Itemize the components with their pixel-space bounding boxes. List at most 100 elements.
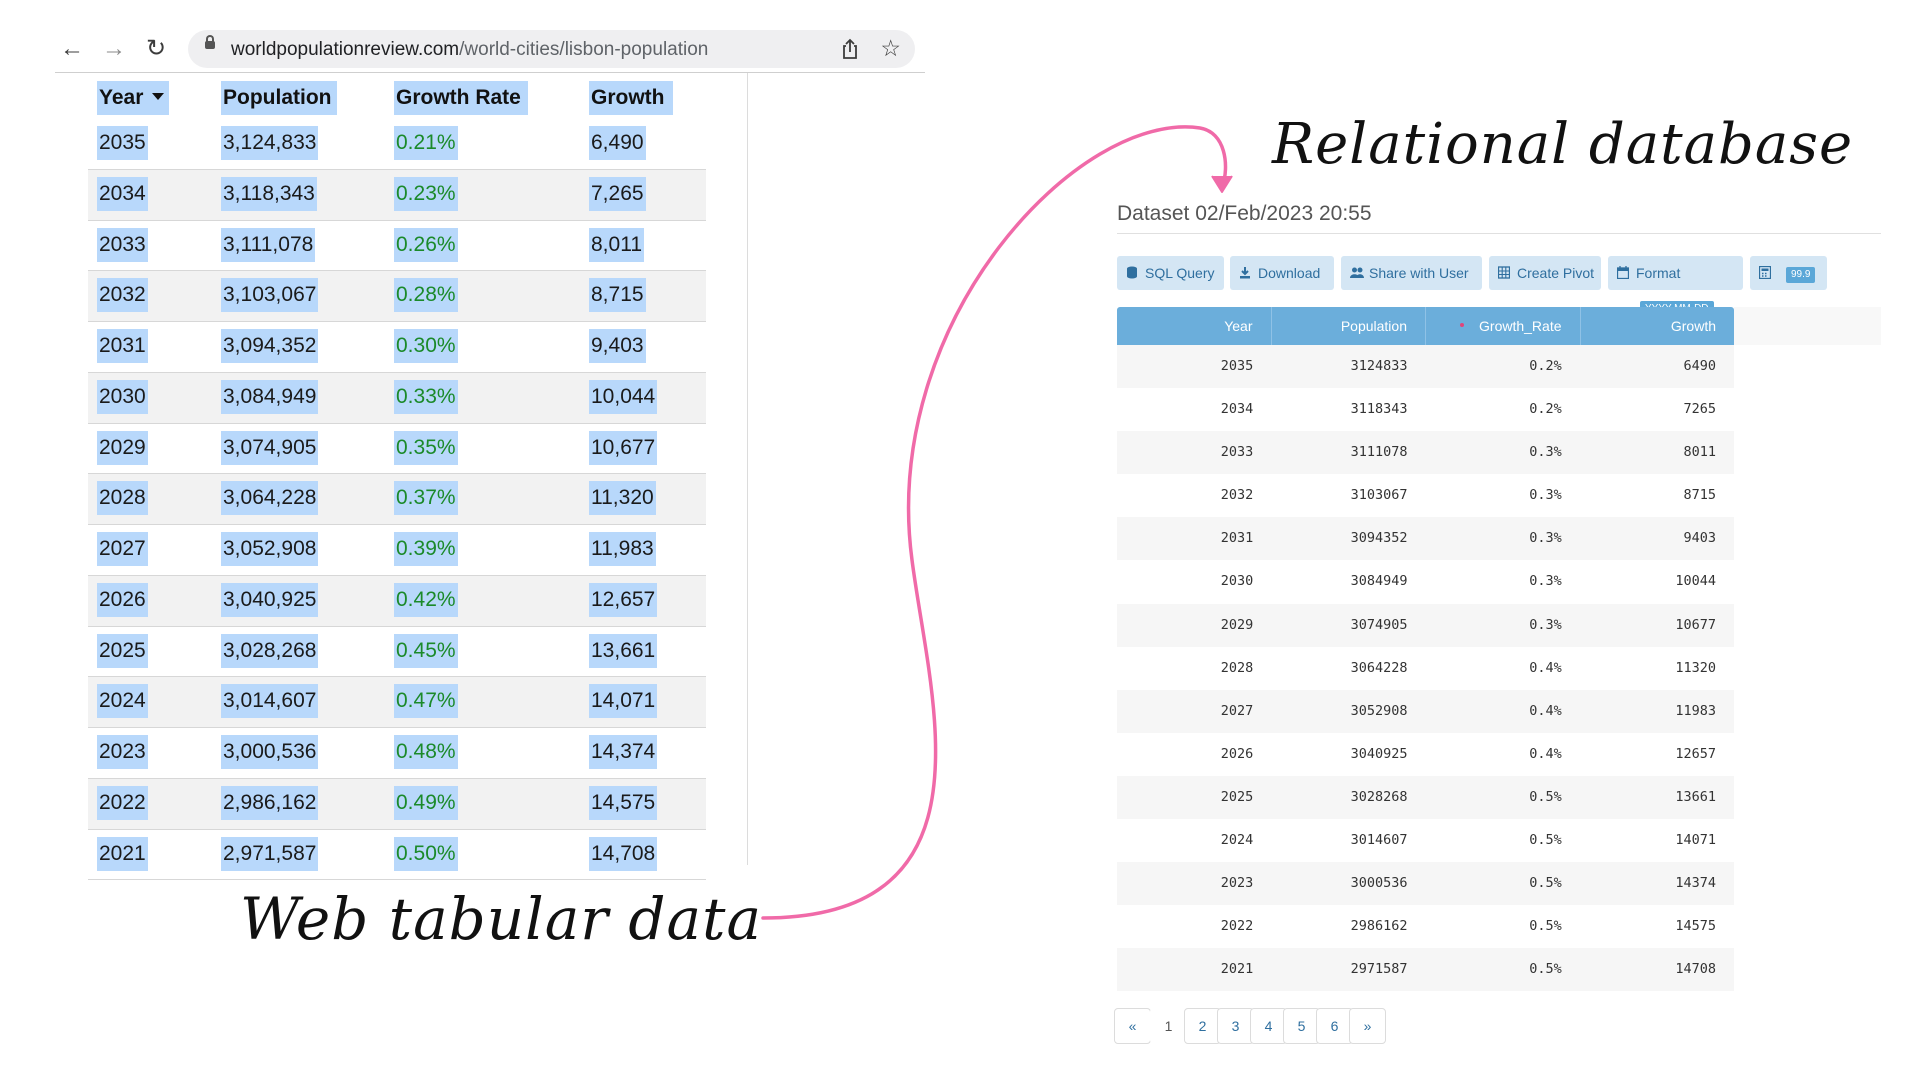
db-cell-population: 3074905 [1350,616,1408,633]
sql-query-label: SQL Query [1145,265,1215,281]
db-cell-growth-rate: 0.5% [1529,875,1562,892]
web-cell-year: 2027 [97,532,148,566]
web-table-row: 2029 3,074,905 0.35% 10,677 [88,424,706,475]
pager-page-3[interactable]: 3 [1217,1008,1254,1044]
create-pivot-button[interactable]: Create Pivot [1489,256,1601,290]
url-host: worldpopulationreview.com [231,39,460,60]
db-header-growth[interactable]: Growth [1581,307,1735,345]
db-cell-growth-rate: 0.2% [1529,401,1562,418]
share-with-user-label: Share with User [1369,265,1469,281]
web-cell-year: 2034 [97,176,148,211]
db-cell-growth-rate: 0.5% [1529,918,1562,935]
db-header-year[interactable]: Year [1117,307,1272,345]
web-cell-growth: 10,044 [589,379,658,414]
users-icon [1350,267,1364,278]
url-field[interactable]: worldpopulationreview.com/world-cities/l… [188,30,915,68]
db-cell-growth: 11983 [1675,702,1716,719]
db-table-row: 2033 3111078 0.3% 8011 [1117,431,1734,475]
pager-page-4[interactable]: 4 [1250,1008,1287,1044]
web-table-row: 2034 3,118,343 0.23% 7,265 [88,169,706,221]
star-icon[interactable]: ☆ [880,35,901,61]
web-cell-growth-rate: 0.28% [394,278,458,313]
web-cell-year: 2032 [97,278,148,313]
db-table-row: 2029 3074905 0.3% 10677 [1117,603,1734,647]
db-cell-growth: 12657 [1675,745,1716,762]
decimal-format-button[interactable]: 99.9 [1750,256,1827,290]
db-table-row: 2022 2986162 0.5% 14575 [1117,905,1734,948]
web-cell-year: 2026 [97,582,148,617]
calendar-icon [1617,266,1629,279]
db-header-growth-rate[interactable]: Growth_Rate [1426,307,1581,345]
web-cell-growth: 14,575 [589,785,658,820]
dataset-title-divider [1117,233,1881,234]
db-table-header: Year Population Growth_Rate Growth [1117,307,1734,345]
db-cell-growth: 11320 [1675,659,1716,676]
pager-prev-button[interactable]: « [1114,1008,1151,1044]
web-cell-population: 3,028,268 [221,633,319,668]
web-cell-growth: 12,657 [589,582,658,617]
db-cell-population: 3000536 [1350,875,1408,892]
web-cell-year: 2023 [97,735,148,769]
db-cell-growth: 14374 [1675,875,1716,892]
db-cell-year: 2030 [1220,573,1254,590]
pager-page-2[interactable]: 2 [1184,1008,1221,1044]
db-cell-growth-rate: 0.3% [1529,616,1562,633]
web-header-growth-rate[interactable]: Growth Rate [394,81,528,115]
web-header-growth[interactable]: Growth [589,81,673,115]
db-cell-growth-rate: 0.3% [1529,530,1562,547]
web-cell-growth: 9,403 [589,329,646,363]
db-table-row: 2027 3052908 0.4% 11983 [1117,689,1734,733]
web-cell-growth: 11,983 [589,532,656,566]
db-header-growth-rate-label: Growth_Rate [1479,318,1562,334]
download-label: Download [1258,265,1321,281]
db-cell-year: 2024 [1220,832,1254,849]
back-arrow-icon[interactable]: ← [57,34,87,64]
db-cell-year: 2025 [1220,788,1254,805]
format-button[interactable]: FormatYYYY-MM-DD [1608,256,1743,317]
share-icon[interactable] [840,38,860,60]
download-button[interactable]: Download [1230,256,1334,290]
db-cell-growth-rate: 0.5% [1529,832,1562,849]
db-table-row: 2026 3040925 0.4% 12657 [1117,733,1734,776]
db-table-row: 2031 3094352 0.3% 9403 [1117,517,1734,561]
web-cell-year: 2024 [97,684,148,719]
db-cell-growth: 14708 [1675,961,1716,978]
sort-indicator-icon [1460,323,1464,327]
web-table-row: 2030 3,084,949 0.33% 10,044 [88,372,706,424]
table-grid-icon [1498,266,1510,279]
db-cell-growth: 13661 [1675,788,1716,805]
db-table-row: 2025 3028268 0.5% 13661 [1117,775,1734,820]
db-cell-growth: 14575 [1675,918,1716,935]
share-with-user-button[interactable]: Share with User [1341,256,1482,290]
db-header-population[interactable]: Population [1272,307,1426,345]
db-table-row: 2024 3014607 0.5% 14071 [1117,819,1734,862]
sql-query-button[interactable]: SQL Query [1117,256,1224,290]
web-cell-growth-rate: 0.35% [394,430,458,465]
pager-page-5[interactable]: 5 [1283,1008,1320,1044]
db-cell-growth: 14071 [1675,832,1716,849]
decimals-chip: 99.9 [1786,267,1816,283]
web-table-row: 2024 3,014,607 0.47% 14,071 [88,677,706,728]
reload-icon[interactable]: ↻ [141,34,171,64]
web-cell-population: 3,052,908 [221,532,319,566]
web-cell-population: 3,084,949 [221,379,319,414]
db-cell-population: 2986162 [1350,918,1408,935]
web-cell-growth-rate: 0.23% [394,176,458,211]
web-table-header: Year Population Growth Rate Growth [88,77,706,119]
web-cell-population: 3,103,067 [221,278,319,313]
web-header-population[interactable]: Population [221,81,337,115]
forward-arrow-icon[interactable]: → [99,34,129,64]
web-table-body: 2035 3,124,833 0.21% 6,490 2034 3,118,343 0.23… [88,119,706,881]
pager-next-button[interactable]: » [1349,1008,1386,1044]
web-header-year[interactable]: Year [97,81,169,115]
web-table-row: 2022 2,986,162 0.49% 14,575 [88,778,706,830]
web-table-row: 2035 3,124,833 0.21% 6,490 [88,119,706,170]
pager-page-1[interactable]: 1 [1150,1008,1187,1044]
lock-icon [205,35,215,49]
web-table-row: 2032 3,103,067 0.28% 8,715 [88,271,706,322]
web-table-row: 2028 3,064,228 0.37% 11,320 [88,474,706,525]
page-column-divider [747,73,748,865]
db-table-row: 2021 2971587 0.5% 14708 [1117,948,1734,992]
pager-page-6[interactable]: 6 [1316,1008,1353,1044]
web-table-row: 2026 3,040,925 0.42% 12,657 [88,575,706,627]
